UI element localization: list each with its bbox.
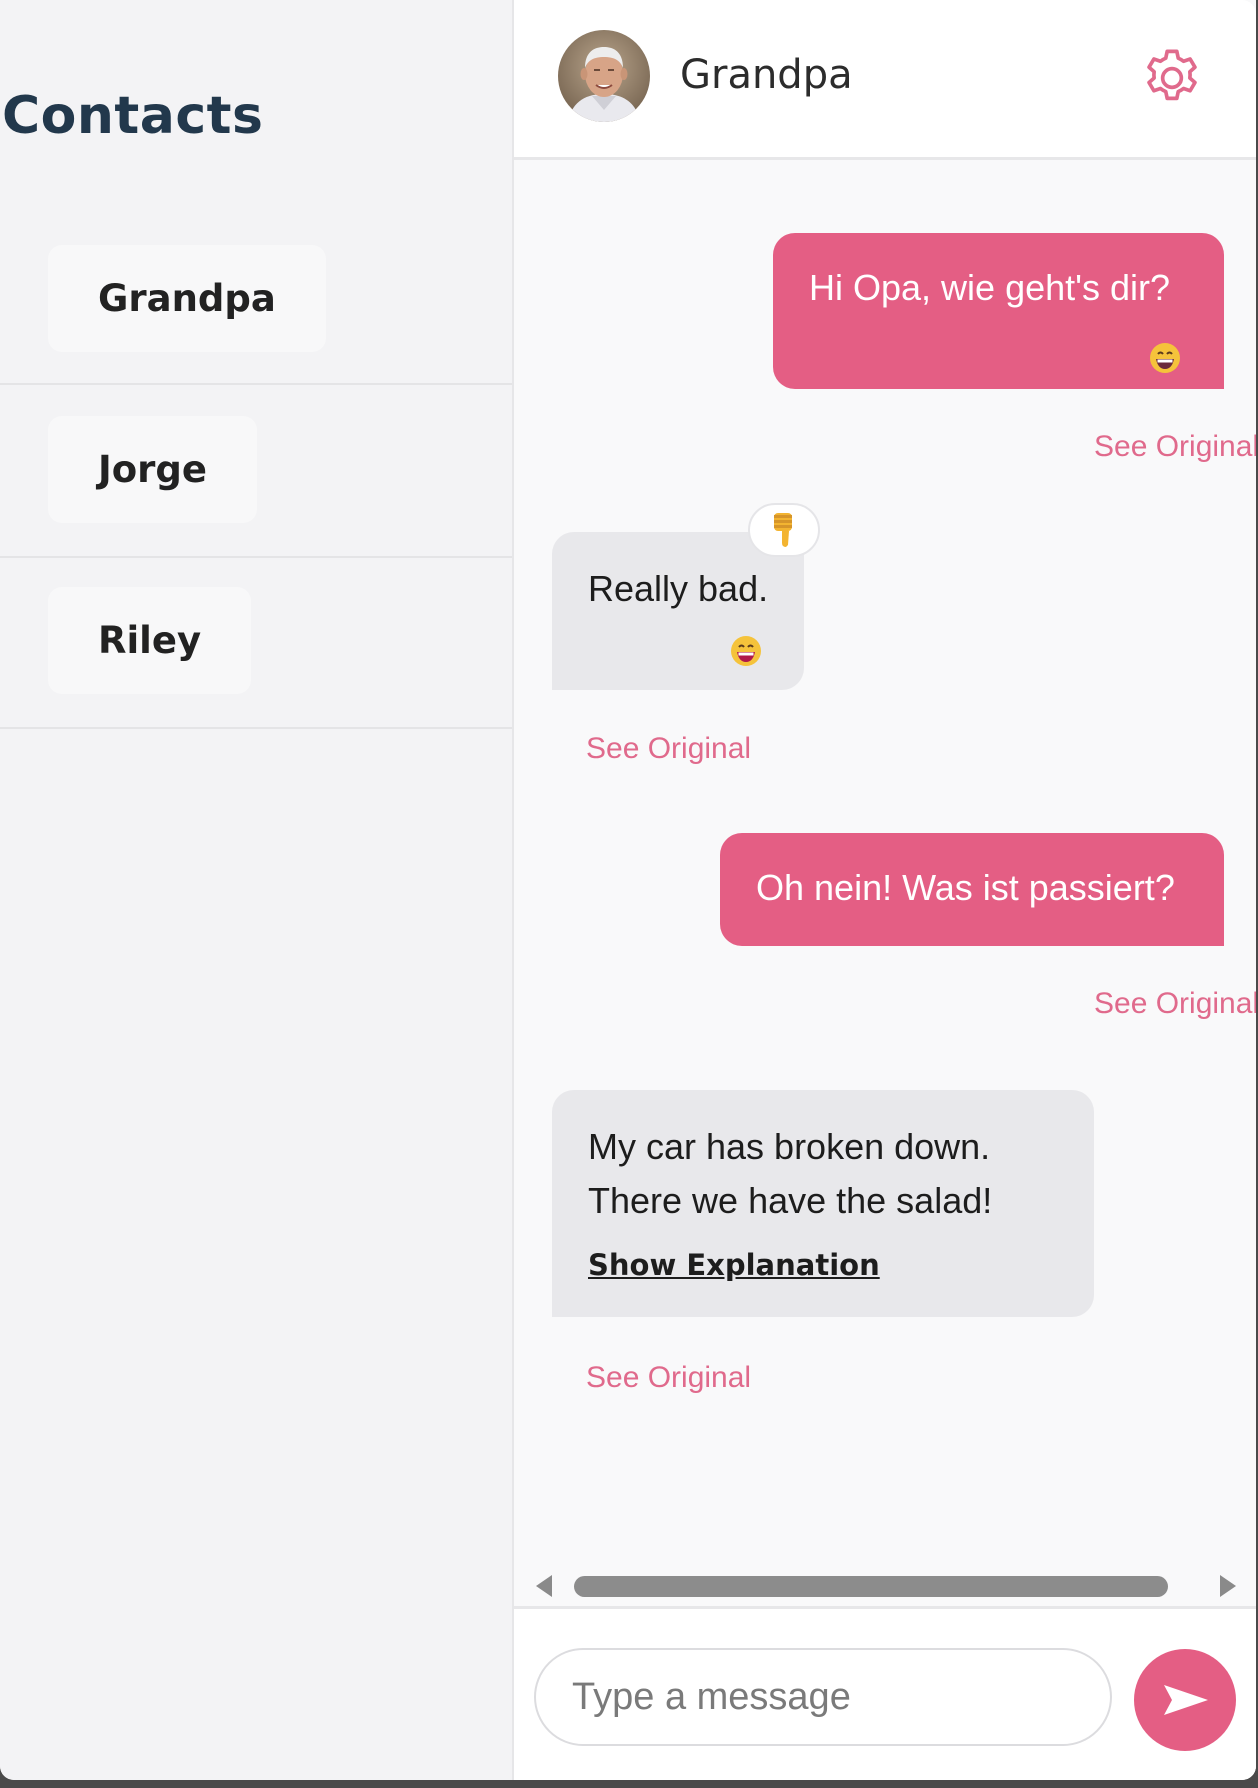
contact-item-riley[interactable]: Riley [48,587,252,694]
message-list: Hi Opa, wie geht's dir? See Original Rea… [514,160,1256,1560]
incoming-message: My car has broken down. There we have th… [552,1090,1094,1317]
see-original-link[interactable]: See Original [586,1361,751,1395]
see-original-link[interactable]: See Original [1094,430,1256,464]
message-composer [514,1606,1256,1780]
app-window: Contacts Grandpa Jorge Riley Grandpa Hi … [0,0,1256,1780]
horizontal-scrollbar[interactable] [514,1566,1256,1606]
scroll-left-arrow-icon[interactable] [536,1575,552,1597]
message-text: Oh nein! Was ist passiert? [756,867,1175,908]
scroll-right-arrow-icon[interactable] [1220,1575,1236,1597]
chat-panel: Grandpa Hi Opa, wie geht's dir? See Orig… [514,0,1256,1780]
send-arrow-icon [1164,1685,1208,1715]
contacts-sidebar: Contacts Grandpa Jorge Riley [0,0,514,1780]
grinning-face-icon [1149,335,1181,373]
chat-header: Grandpa [514,0,1256,160]
thumbs-down-icon [774,513,792,547]
chat-contact-name: Grandpa [680,52,853,98]
show-explanation-link[interactable]: Show Explanation [588,1244,1064,1288]
outgoing-message: Hi Opa, wie geht's dir? [773,233,1224,389]
contact-row-grandpa: Grandpa [0,213,512,385]
message-text: Really bad. [588,568,769,609]
scrollbar-thumb[interactable] [574,1576,1168,1597]
contact-row-jorge: Jorge [0,385,512,558]
send-button[interactable] [1134,1649,1236,1751]
contact-row-riley: Riley [0,556,512,729]
message-text-line: My car has broken down. [588,1126,991,1167]
contact-item-jorge[interactable]: Jorge [48,416,258,523]
contact-item-grandpa[interactable]: Grandpa [48,245,326,352]
avatar [558,30,650,122]
grinning-face-icon [730,628,762,666]
message-text: Hi Opa, wie geht's dir? [809,267,1171,308]
see-original-link[interactable]: See Original [586,732,751,766]
message-text-line: There we have the salad! [588,1180,993,1221]
sidebar-title: Contacts [2,86,264,146]
see-original-link[interactable]: See Original [1094,987,1256,1021]
gear-icon[interactable] [1138,44,1206,112]
message-input[interactable] [534,1648,1112,1746]
outgoing-message: Oh nein! Was ist passiert? [720,833,1224,946]
thumbs-down-reaction[interactable] [748,503,820,557]
